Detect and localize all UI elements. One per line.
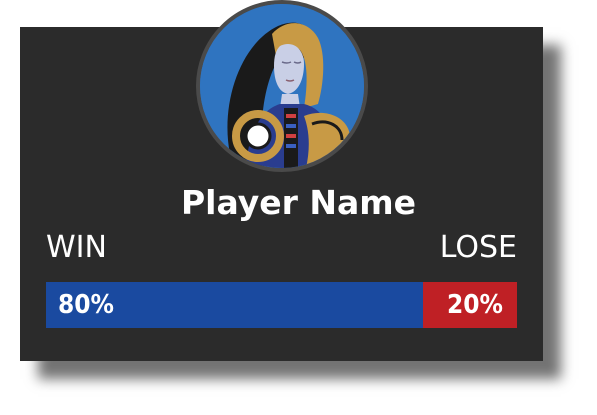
win-percentage: 80% <box>58 290 114 320</box>
win-lose-ratio-bar: 80% 20% <box>46 282 517 328</box>
lose-bar-segment: 20% <box>422 282 517 328</box>
win-bar-segment: 80% <box>46 282 423 328</box>
player-avatar <box>196 0 368 172</box>
lose-label: LOSE <box>439 230 517 265</box>
player-name: Player Name <box>180 183 417 222</box>
win-label: WIN <box>46 230 107 265</box>
queen-card-portrait-icon <box>200 4 364 168</box>
lose-percentage: 20% <box>446 290 503 320</box>
